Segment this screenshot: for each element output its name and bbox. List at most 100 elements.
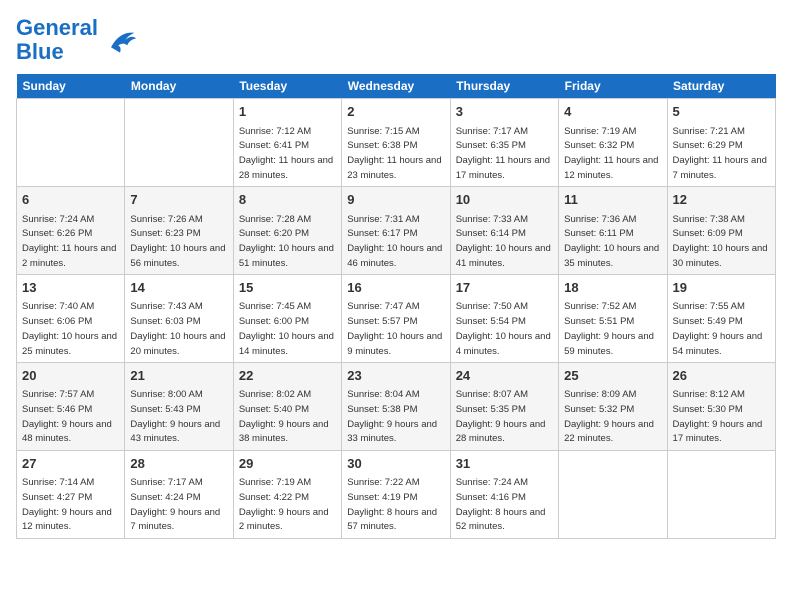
day-info: Sunrise: 8:07 AM Sunset: 5:35 PM Dayligh… xyxy=(456,389,546,444)
day-info: Sunrise: 7:43 AM Sunset: 6:03 PM Dayligh… xyxy=(130,301,225,356)
day-info: Sunrise: 7:38 AM Sunset: 6:09 PM Dayligh… xyxy=(673,214,768,269)
day-number: 24 xyxy=(456,367,553,385)
logo: General Blue xyxy=(16,16,138,64)
day-info: Sunrise: 7:19 AM Sunset: 4:22 PM Dayligh… xyxy=(239,477,329,532)
calendar-cell: 28 Sunrise: 7:17 AM Sunset: 4:24 PM Dayli… xyxy=(125,451,233,539)
logo-bird-icon xyxy=(102,22,138,58)
day-number: 20 xyxy=(22,367,119,385)
calendar-cell: 6 Sunrise: 7:24 AM Sunset: 6:26 PM Daylig… xyxy=(17,187,125,275)
day-info: Sunrise: 7:24 AM Sunset: 4:16 PM Dayligh… xyxy=(456,477,546,532)
day-info: Sunrise: 7:52 AM Sunset: 5:51 PM Dayligh… xyxy=(564,301,654,356)
day-number: 10 xyxy=(456,191,553,209)
day-number: 23 xyxy=(347,367,444,385)
day-number: 13 xyxy=(22,279,119,297)
day-number: 28 xyxy=(130,455,227,473)
day-number: 21 xyxy=(130,367,227,385)
day-number: 29 xyxy=(239,455,336,473)
day-info: Sunrise: 7:40 AM Sunset: 6:06 PM Dayligh… xyxy=(22,301,117,356)
calendar-cell: 19 Sunrise: 7:55 AM Sunset: 5:49 PM Dayli… xyxy=(667,275,775,363)
logo-blue: Blue xyxy=(16,39,64,64)
calendar-cell xyxy=(559,451,667,539)
day-number: 27 xyxy=(22,455,119,473)
weekday-header-wednesday: Wednesday xyxy=(342,74,450,99)
day-number: 7 xyxy=(130,191,227,209)
calendar-cell: 23Sunrise: 8:04 AM Sunset: 5:38 PM Dayli… xyxy=(342,363,450,451)
day-info: Sunrise: 7:19 AM Sunset: 6:32 PM Dayligh… xyxy=(564,126,658,181)
calendar-cell: 20 Sunrise: 7:57 AM Sunset: 5:46 PM Dayli… xyxy=(17,363,125,451)
calendar-table: SundayMondayTuesdayWednesdayThursdayFrid… xyxy=(16,74,776,539)
day-number: 18 xyxy=(564,279,661,297)
day-number: 4 xyxy=(564,103,661,121)
calendar-body: 1Sunrise: 7:12 AM Sunset: 6:41 PM Daylig… xyxy=(17,99,776,539)
day-info: Sunrise: 8:12 AM Sunset: 5:30 PM Dayligh… xyxy=(673,389,763,444)
day-number: 5 xyxy=(673,103,770,121)
day-info: Sunrise: 7:57 AM Sunset: 5:46 PM Dayligh… xyxy=(22,389,112,444)
week-row-1: 1Sunrise: 7:12 AM Sunset: 6:41 PM Daylig… xyxy=(17,99,776,187)
day-info: Sunrise: 7:28 AM Sunset: 6:20 PM Dayligh… xyxy=(239,214,334,269)
calendar-cell: 27Sunrise: 7:14 AM Sunset: 4:27 PM Dayli… xyxy=(17,451,125,539)
day-info: Sunrise: 8:00 AM Sunset: 5:43 PM Dayligh… xyxy=(130,389,220,444)
day-info: Sunrise: 7:12 AM Sunset: 6:41 PM Dayligh… xyxy=(239,126,333,181)
day-number: 14 xyxy=(130,279,227,297)
calendar-cell: 7 Sunrise: 7:26 AM Sunset: 6:23 PM Daylig… xyxy=(125,187,233,275)
weekday-header-tuesday: Tuesday xyxy=(233,74,341,99)
week-row-2: 6 Sunrise: 7:24 AM Sunset: 6:26 PM Daylig… xyxy=(17,187,776,275)
day-number: 12 xyxy=(673,191,770,209)
calendar-cell xyxy=(17,99,125,187)
day-number: 2 xyxy=(347,103,444,121)
calendar-cell: 26 Sunrise: 8:12 AM Sunset: 5:30 PM Dayli… xyxy=(667,363,775,451)
calendar-cell: 25Sunrise: 8:09 AM Sunset: 5:32 PM Dayli… xyxy=(559,363,667,451)
week-row-4: 20 Sunrise: 7:57 AM Sunset: 5:46 PM Dayli… xyxy=(17,363,776,451)
day-number: 9 xyxy=(347,191,444,209)
calendar-cell: 21 Sunrise: 8:00 AM Sunset: 5:43 PM Dayli… xyxy=(125,363,233,451)
weekday-header-sunday: Sunday xyxy=(17,74,125,99)
day-info: Sunrise: 7:17 AM Sunset: 4:24 PM Dayligh… xyxy=(130,477,220,532)
weekday-header-monday: Monday xyxy=(125,74,233,99)
weekday-header-thursday: Thursday xyxy=(450,74,558,99)
day-info: Sunrise: 7:15 AM Sunset: 6:38 PM Dayligh… xyxy=(347,126,441,181)
day-info: Sunrise: 7:50 AM Sunset: 5:54 PM Dayligh… xyxy=(456,301,551,356)
day-number: 6 xyxy=(22,191,119,209)
logo-general: General xyxy=(16,15,98,40)
day-info: Sunrise: 7:31 AM Sunset: 6:17 PM Dayligh… xyxy=(347,214,442,269)
day-info: Sunrise: 7:17 AM Sunset: 6:35 PM Dayligh… xyxy=(456,126,550,181)
calendar-cell: 11Sunrise: 7:36 AM Sunset: 6:11 PM Dayli… xyxy=(559,187,667,275)
calendar-cell: 22Sunrise: 8:02 AM Sunset: 5:40 PM Dayli… xyxy=(233,363,341,451)
day-info: Sunrise: 7:45 AM Sunset: 6:00 PM Dayligh… xyxy=(239,301,334,356)
day-number: 19 xyxy=(673,279,770,297)
calendar-cell: 5 Sunrise: 7:21 AM Sunset: 6:29 PM Daylig… xyxy=(667,99,775,187)
calendar-cell: 4 Sunrise: 7:19 AM Sunset: 6:32 PM Daylig… xyxy=(559,99,667,187)
calendar-cell xyxy=(667,451,775,539)
calendar-cell: 17 Sunrise: 7:50 AM Sunset: 5:54 PM Dayli… xyxy=(450,275,558,363)
calendar-header: SundayMondayTuesdayWednesdayThursdayFrid… xyxy=(17,74,776,99)
day-info: Sunrise: 7:47 AM Sunset: 5:57 PM Dayligh… xyxy=(347,301,442,356)
calendar-cell: 16 Sunrise: 7:47 AM Sunset: 5:57 PM Dayli… xyxy=(342,275,450,363)
day-number: 8 xyxy=(239,191,336,209)
calendar-cell: 12 Sunrise: 7:38 AM Sunset: 6:09 PM Dayli… xyxy=(667,187,775,275)
day-number: 16 xyxy=(347,279,444,297)
day-info: Sunrise: 7:21 AM Sunset: 6:29 PM Dayligh… xyxy=(673,126,767,181)
calendar-cell: 14 Sunrise: 7:43 AM Sunset: 6:03 PM Dayli… xyxy=(125,275,233,363)
weekday-header-saturday: Saturday xyxy=(667,74,775,99)
day-info: Sunrise: 7:24 AM Sunset: 6:26 PM Dayligh… xyxy=(22,214,116,269)
calendar-cell: 9 Sunrise: 7:31 AM Sunset: 6:17 PM Daylig… xyxy=(342,187,450,275)
day-number: 31 xyxy=(456,455,553,473)
day-number: 15 xyxy=(239,279,336,297)
day-info: Sunrise: 7:26 AM Sunset: 6:23 PM Dayligh… xyxy=(130,214,225,269)
day-info: Sunrise: 7:36 AM Sunset: 6:11 PM Dayligh… xyxy=(564,214,659,269)
calendar-cell xyxy=(125,99,233,187)
calendar-cell: 2 Sunrise: 7:15 AM Sunset: 6:38 PM Daylig… xyxy=(342,99,450,187)
calendar-cell: 13 Sunrise: 7:40 AM Sunset: 6:06 PM Dayli… xyxy=(17,275,125,363)
day-number: 22 xyxy=(239,367,336,385)
day-number: 3 xyxy=(456,103,553,121)
day-number: 26 xyxy=(673,367,770,385)
week-row-3: 13 Sunrise: 7:40 AM Sunset: 6:06 PM Dayli… xyxy=(17,275,776,363)
day-number: 17 xyxy=(456,279,553,297)
day-info: Sunrise: 7:55 AM Sunset: 5:49 PM Dayligh… xyxy=(673,301,763,356)
calendar-cell: 30Sunrise: 7:22 AM Sunset: 4:19 PM Dayli… xyxy=(342,451,450,539)
calendar-cell: 3 Sunrise: 7:17 AM Sunset: 6:35 PM Daylig… xyxy=(450,99,558,187)
calendar-cell: 31 Sunrise: 7:24 AM Sunset: 4:16 PM Dayli… xyxy=(450,451,558,539)
calendar-cell: 1Sunrise: 7:12 AM Sunset: 6:41 PM Daylig… xyxy=(233,99,341,187)
page-header: General Blue xyxy=(16,16,776,64)
day-info: Sunrise: 7:22 AM Sunset: 4:19 PM Dayligh… xyxy=(347,477,437,532)
